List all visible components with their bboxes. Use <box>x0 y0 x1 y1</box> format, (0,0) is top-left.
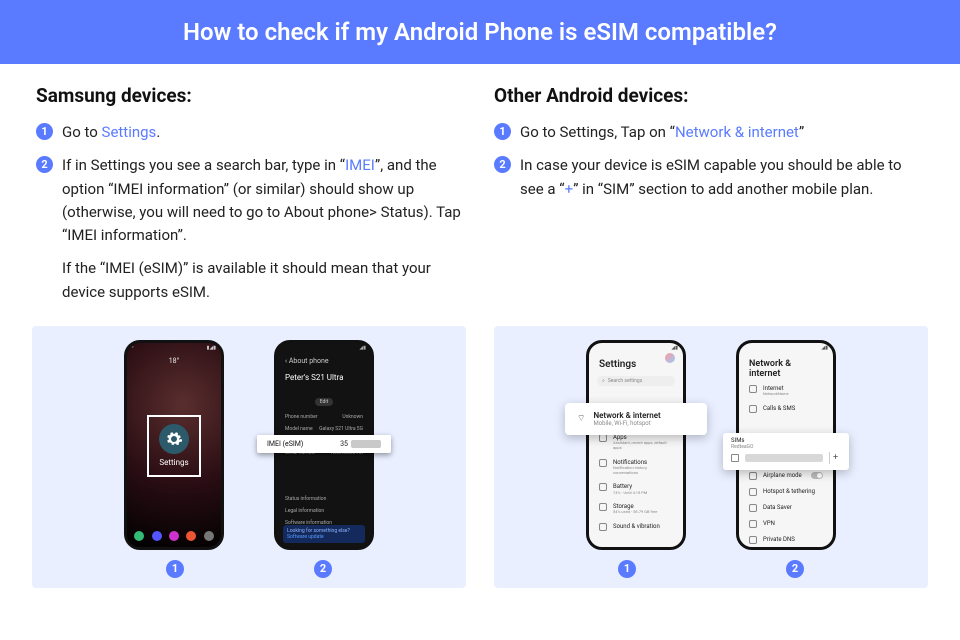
list-item: Data Saver <box>739 500 833 516</box>
badge-2: 2 <box>786 560 804 578</box>
masked-value <box>351 440 381 448</box>
other-phone-2: ◢▮ Network & internet InternetNetworkNam… <box>736 340 836 550</box>
sub: Notification history, conversations <box>613 466 673 476</box>
samsung-step-2: If in Settings you see a search bar, typ… <box>36 154 466 304</box>
plus-icon: + <box>829 452 841 464</box>
list-item: Legal information <box>285 508 324 514</box>
samsung-phone-1: •▮◢▮ 18° Settings <box>124 340 224 550</box>
imei-link[interactable]: IMEI <box>345 156 375 174</box>
badge-1: 1 <box>618 560 636 578</box>
label: Data Saver <box>763 504 792 511</box>
toggle <box>811 472 823 479</box>
samsung-steps: Go to Settings. If in Settings you see a… <box>36 121 466 304</box>
sims-callout: SIMs RedteaGO + <box>723 433 849 470</box>
list-item: Private DNS <box>739 532 833 547</box>
network-internet-callout: ⌔ Network & internet Mobile, Wi-Fi, hots… <box>565 403 707 435</box>
other-heading: Other Android devices: <box>494 84 924 107</box>
other-column: Other Android devices: Go to Settings, T… <box>494 84 924 314</box>
avatar <box>665 353 675 363</box>
value: Unknown <box>342 414 363 420</box>
callout-label: SIMs <box>731 437 841 444</box>
device-name: Peter's S21 Ultra <box>277 371 371 386</box>
wifi-icon: ⌔ <box>577 413 585 424</box>
page-title: How to check if my Android Phone is eSIM… <box>183 18 777 46</box>
text: If in Settings you see a search bar, typ… <box>62 156 345 174</box>
other-steps: Go to Settings, Tap on “Network & intern… <box>494 121 924 201</box>
samsung-heading: Samsung devices: <box>36 84 466 107</box>
other-screenshots: ◢▮ Settings ⌕Search settings AppsAssista… <box>494 326 928 588</box>
callout-sub: RedteaGO <box>731 444 841 450</box>
other-step-1: Go to Settings, Tap on “Network & intern… <box>494 121 924 144</box>
text: Software update <box>287 534 361 540</box>
label: Model name <box>285 426 313 432</box>
samsung-step-2-extra: If the “IMEI (eSIM)” is available it sho… <box>62 257 466 304</box>
list-item: NotificationsNotification history, conve… <box>589 455 683 480</box>
label: Private DNS <box>763 536 795 543</box>
callout-label: IMEI (eSIM) <box>267 440 303 448</box>
footer-card: Looking for something else? Software upd… <box>283 525 365 543</box>
sub: 54% used - 58.79 GB free <box>613 510 657 515</box>
list-item: Battery74% - Until 4:15 PM <box>589 479 683 499</box>
label: VPN <box>763 520 775 527</box>
search-bar: ⌕Search settings <box>597 376 675 386</box>
dock <box>127 531 221 541</box>
sub: 74% - Until 4:15 PM <box>613 491 647 496</box>
label: Calls & SMS <box>763 405 795 412</box>
label: Phone number <box>285 414 317 420</box>
weather-widget: 18° <box>127 357 221 365</box>
page-header: How to check if my Android Phone is eSIM… <box>0 0 960 64</box>
text: Go to <box>62 123 102 141</box>
other-step-2: In case your device is eSIM capable you … <box>494 154 924 201</box>
label: Airplane mode <box>763 472 805 479</box>
list-item: Status information <box>285 496 326 502</box>
list-item: Sound & vibration <box>589 519 683 535</box>
sub: Assistant, recent apps, default apps <box>613 441 673 451</box>
badge-1: 1 <box>166 560 184 578</box>
label: Hotspot & tethering <box>763 488 815 495</box>
samsung-screenshots: •▮◢▮ 18° Settings ◢▮ <box>32 326 466 588</box>
placeholder: Search settings <box>608 378 642 384</box>
text: ” in “SIM” section to add another mobile… <box>573 180 873 198</box>
sim-icon <box>731 454 739 462</box>
network-title: Network & internet <box>739 351 833 381</box>
screenshot-row: •▮◢▮ 18° Settings ◢▮ <box>0 314 960 588</box>
sub: NetworkName <box>763 392 789 397</box>
callout-title: Network & internet <box>593 411 660 420</box>
text: Go to Settings, Tap on “ <box>520 123 675 141</box>
imei-esim-callout: IMEI (eSIM) 35 <box>257 435 391 453</box>
plus-link[interactable]: + <box>565 180 574 198</box>
text: ” <box>799 123 804 141</box>
settings-app-highlight: Settings <box>147 415 201 477</box>
about-phone-header: ‹ About phone <box>277 351 371 371</box>
settings-link[interactable]: Settings <box>102 123 157 141</box>
samsung-step-1: Go to Settings. <box>36 121 466 144</box>
callout-sub: Mobile, Wi-Fi, hotspot <box>593 420 660 427</box>
other-phone-1: ◢▮ Settings ⌕Search settings AppsAssista… <box>586 340 686 550</box>
badge-2: 2 <box>314 560 332 578</box>
text: . <box>156 123 160 141</box>
list-item: InternetNetworkName <box>739 381 833 401</box>
list-item: Calls & SMS <box>739 401 833 417</box>
settings-label: Settings <box>159 458 188 467</box>
masked-value <box>745 454 823 462</box>
samsung-column: Samsung devices: Go to Settings. If in S… <box>36 84 466 314</box>
text: 35 <box>340 440 348 448</box>
search-icon: ⌕ <box>602 378 605 384</box>
samsung-phone-2: ◢▮ ‹ About phone Peter's S21 Ultra Edit … <box>274 340 374 550</box>
instruction-columns: Samsung devices: Go to Settings. If in S… <box>0 64 960 314</box>
network-internet-link[interactable]: Network & internet <box>675 123 799 141</box>
list-item: VPN <box>739 516 833 532</box>
text: Looking for something else? <box>287 528 361 534</box>
list-item: Storage54% used - 58.79 GB free <box>589 499 683 519</box>
list-item: Hotspot & tethering <box>739 484 833 500</box>
list-item: Airplane mode <box>739 468 833 484</box>
gear-icon <box>159 424 189 454</box>
value: Galaxy S21 Ultra 5G <box>319 426 363 432</box>
label: Sound & vibration <box>613 523 660 530</box>
